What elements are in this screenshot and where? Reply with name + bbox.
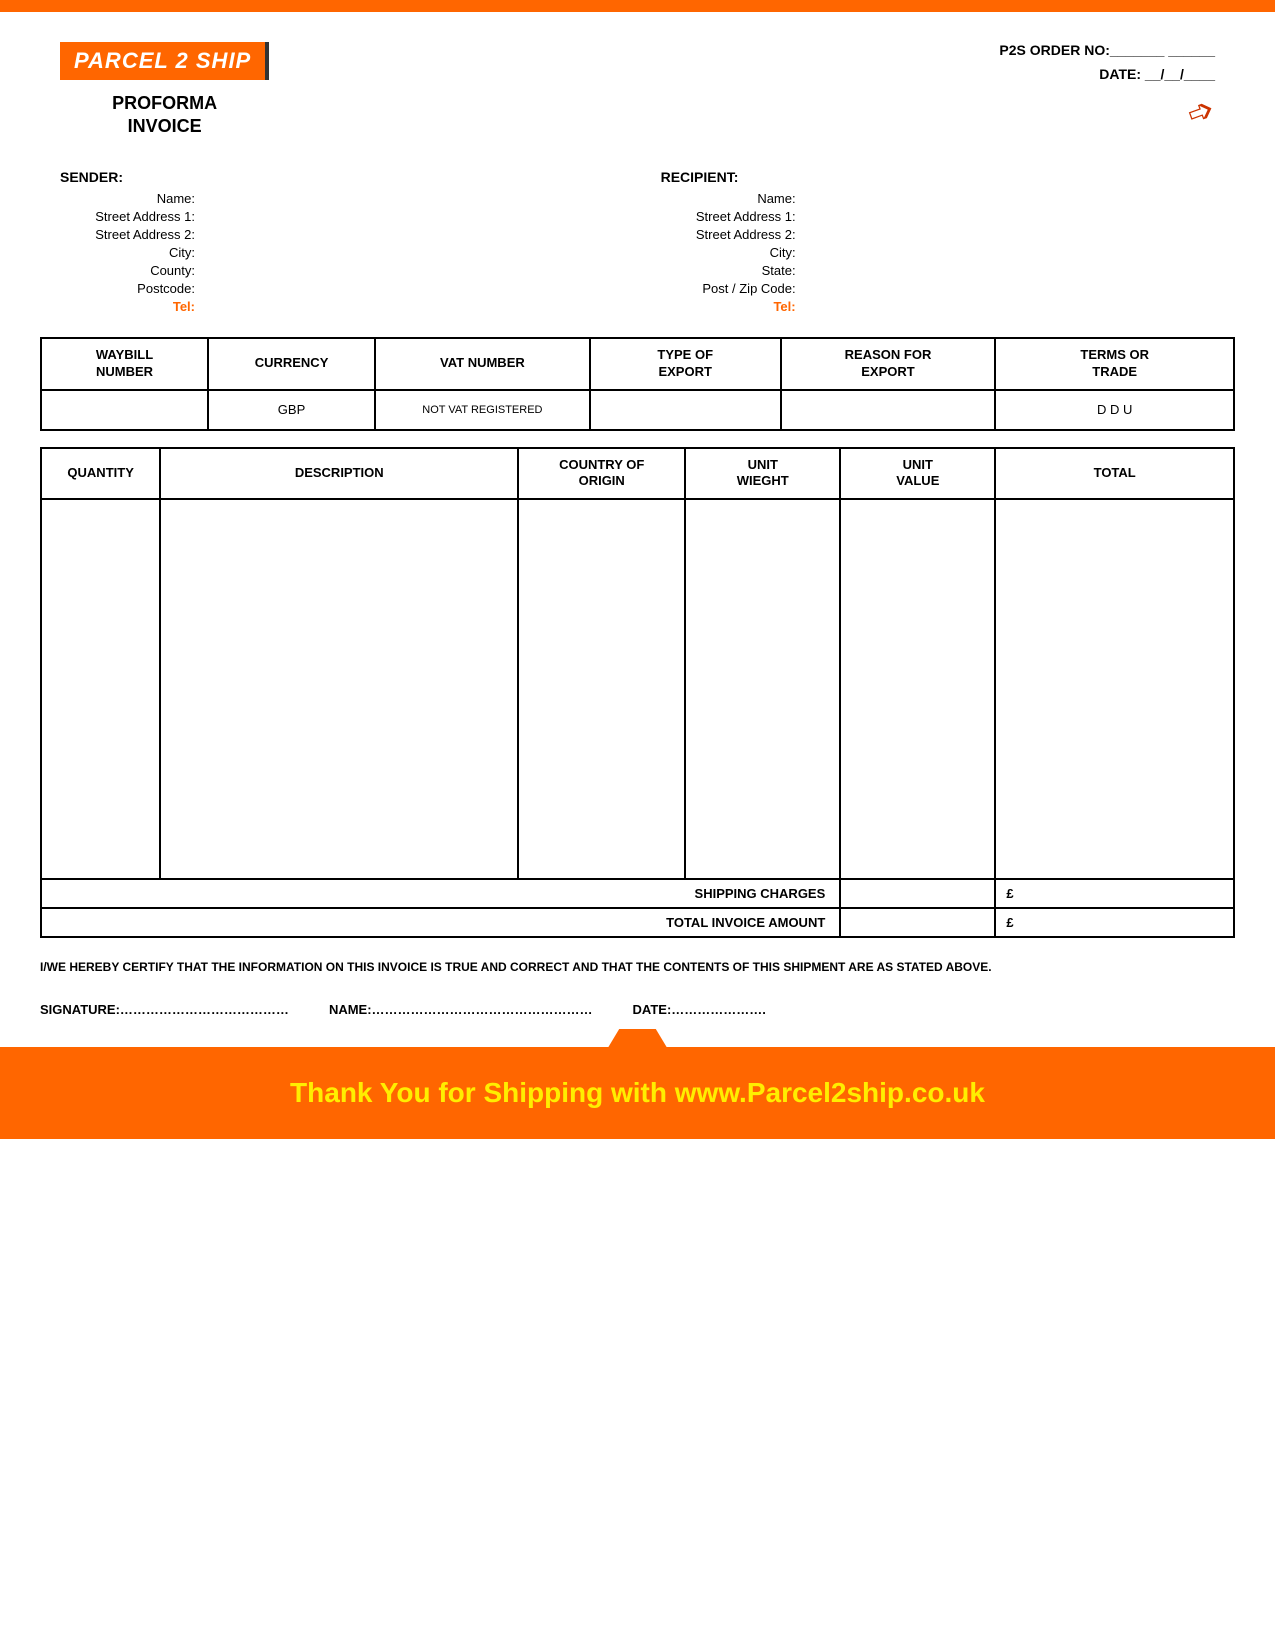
signature-field: SIGNATURE:………………………………… <box>40 1002 289 1017</box>
recipient-state-value <box>801 263 921 278</box>
col-reason-export: REASON FOREXPORT <box>781 338 996 390</box>
cell-reason-export <box>781 390 996 430</box>
cell-country-data <box>518 499 685 879</box>
sender-city-label: City: <box>60 245 200 260</box>
sender-county-label: County: <box>60 263 200 278</box>
certification-block: I/WE HEREBY CERTIFY THAT THE INFORMATION… <box>0 938 1275 987</box>
header-section: PARCEL 2 SHIP PROFORMA INVOICE P2S ORDER… <box>0 12 1275 159</box>
cell-description-data <box>160 499 518 879</box>
sender-name-value <box>200 191 320 206</box>
recipient-street2-value <box>801 227 921 242</box>
recipient-city-label: City: <box>661 245 801 260</box>
col-waybill: WAYBILLNUMBER <box>41 338 208 390</box>
sender-city-value <box>200 245 320 260</box>
logo-title-block: PARCEL 2 SHIP PROFORMA INVOICE <box>60 42 269 139</box>
cell-currency: GBP <box>208 390 375 430</box>
cell-quantity-data <box>41 499 160 879</box>
sender-street1-label: Street Address 1: <box>60 209 200 224</box>
cell-terms-trade: D D U <box>995 390 1234 430</box>
shipping-amount-cell: £ <box>995 879 1234 908</box>
logo-text: PARCEL 2 SHIP <box>74 48 251 73</box>
name-field: NAME:…………………………………………… <box>329 1002 593 1017</box>
top-orange-bar <box>0 0 1275 12</box>
recipient-postzip-label: Post / Zip Code: <box>661 281 801 296</box>
sender-postcode-label: Postcode: <box>60 281 200 296</box>
col-currency: CURRENCY <box>208 338 375 390</box>
items-table: QUANTITY DESCRIPTION COUNTRY OFORIGIN UN… <box>40 447 1235 939</box>
recipient-block: RECIPIENT: Name: Street Address 1: Stree… <box>661 169 1215 317</box>
date-field: DATE:…………………. <box>633 1002 766 1017</box>
top-info-table: WAYBILLNUMBER CURRENCY VAT NUMBER TYPE O… <box>40 337 1235 431</box>
cell-type-export <box>590 390 781 430</box>
sender-street2-label: Street Address 2: <box>60 227 200 242</box>
col-country-origin: COUNTRY OFORIGIN <box>518 448 685 500</box>
squiggle-icon: ➩ <box>1182 91 1220 136</box>
certification-text: I/WE HEREBY CERTIFY THAT THE INFORMATION… <box>40 960 992 974</box>
recipient-tel-label: Tel: <box>661 299 801 314</box>
recipient-postzip-value <box>801 281 921 296</box>
shipping-weight-cell <box>840 879 995 908</box>
cell-total-data <box>995 499 1234 879</box>
col-total: TOTAL <box>995 448 1234 500</box>
sender-postcode-value <box>200 281 320 296</box>
total-weight-cell <box>840 908 995 937</box>
recipient-tel-value <box>801 299 921 314</box>
main-content: WAYBILLNUMBER CURRENCY VAT NUMBER TYPE O… <box>0 337 1275 939</box>
recipient-street2-label: Street Address 2: <box>661 227 801 242</box>
shipping-charges-row: SHIPPING CHARGES £ <box>41 879 1234 908</box>
col-vat: VAT NUMBER <box>375 338 590 390</box>
col-description: DESCRIPTION <box>160 448 518 500</box>
col-terms-trade: TERMS ORTRADE <box>995 338 1234 390</box>
cell-unit-weight-data <box>685 499 840 879</box>
recipient-label: RECIPIENT: <box>661 169 1215 185</box>
footer-text: Thank You for Shipping with www.Parcel2s… <box>290 1077 985 1108</box>
sender-tel-value <box>200 299 320 314</box>
footer-bar: Thank You for Shipping with www.Parcel2s… <box>0 1047 1275 1139</box>
sender-block: SENDER: Name: Street Address 1: Street A… <box>60 169 614 317</box>
address-section: SENDER: Name: Street Address 1: Street A… <box>0 159 1275 337</box>
sender-street2-value <box>200 227 320 242</box>
date-line: DATE: __/__/____ <box>999 66 1215 82</box>
total-amount-cell: £ <box>995 908 1234 937</box>
logo-box: PARCEL 2 SHIP <box>60 42 269 80</box>
cell-unit-value-data <box>840 499 995 879</box>
cell-waybill <box>41 390 208 430</box>
col-unit-weight: UNITWIEGHT <box>685 448 840 500</box>
total-invoice-row: TOTAL INVOICE AMOUNT £ <box>41 908 1234 937</box>
total-invoice-label: TOTAL INVOICE AMOUNT <box>666 915 825 930</box>
col-type-export: TYPE OFEXPORT <box>590 338 781 390</box>
sender-street1-value <box>200 209 320 224</box>
col-quantity: QUANTITY <box>41 448 160 500</box>
items-data-row <box>41 499 1234 879</box>
recipient-street1-value <box>801 209 921 224</box>
order-section: P2S ORDER NO:_______ ______ DATE: __/__/… <box>999 42 1215 132</box>
shipping-charges-label: SHIPPING CHARGES <box>695 886 826 901</box>
sender-label: SENDER: <box>60 169 614 185</box>
sender-name-label: Name: <box>60 191 200 206</box>
order-number: P2S ORDER NO:_______ ______ <box>999 42 1215 58</box>
sender-county-value <box>200 263 320 278</box>
recipient-name-value <box>801 191 921 206</box>
col-unit-value: UNITVALUE <box>840 448 995 500</box>
recipient-state-label: State: <box>661 263 801 278</box>
sender-tel-label: Tel: <box>60 299 200 314</box>
recipient-name-label: Name: <box>661 191 801 206</box>
recipient-street1-label: Street Address 1: <box>661 209 801 224</box>
invoice-title: PROFORMA INVOICE <box>112 92 217 139</box>
recipient-city-value <box>801 245 921 260</box>
cell-vat: NOT VAT REGISTERED <box>375 390 590 430</box>
